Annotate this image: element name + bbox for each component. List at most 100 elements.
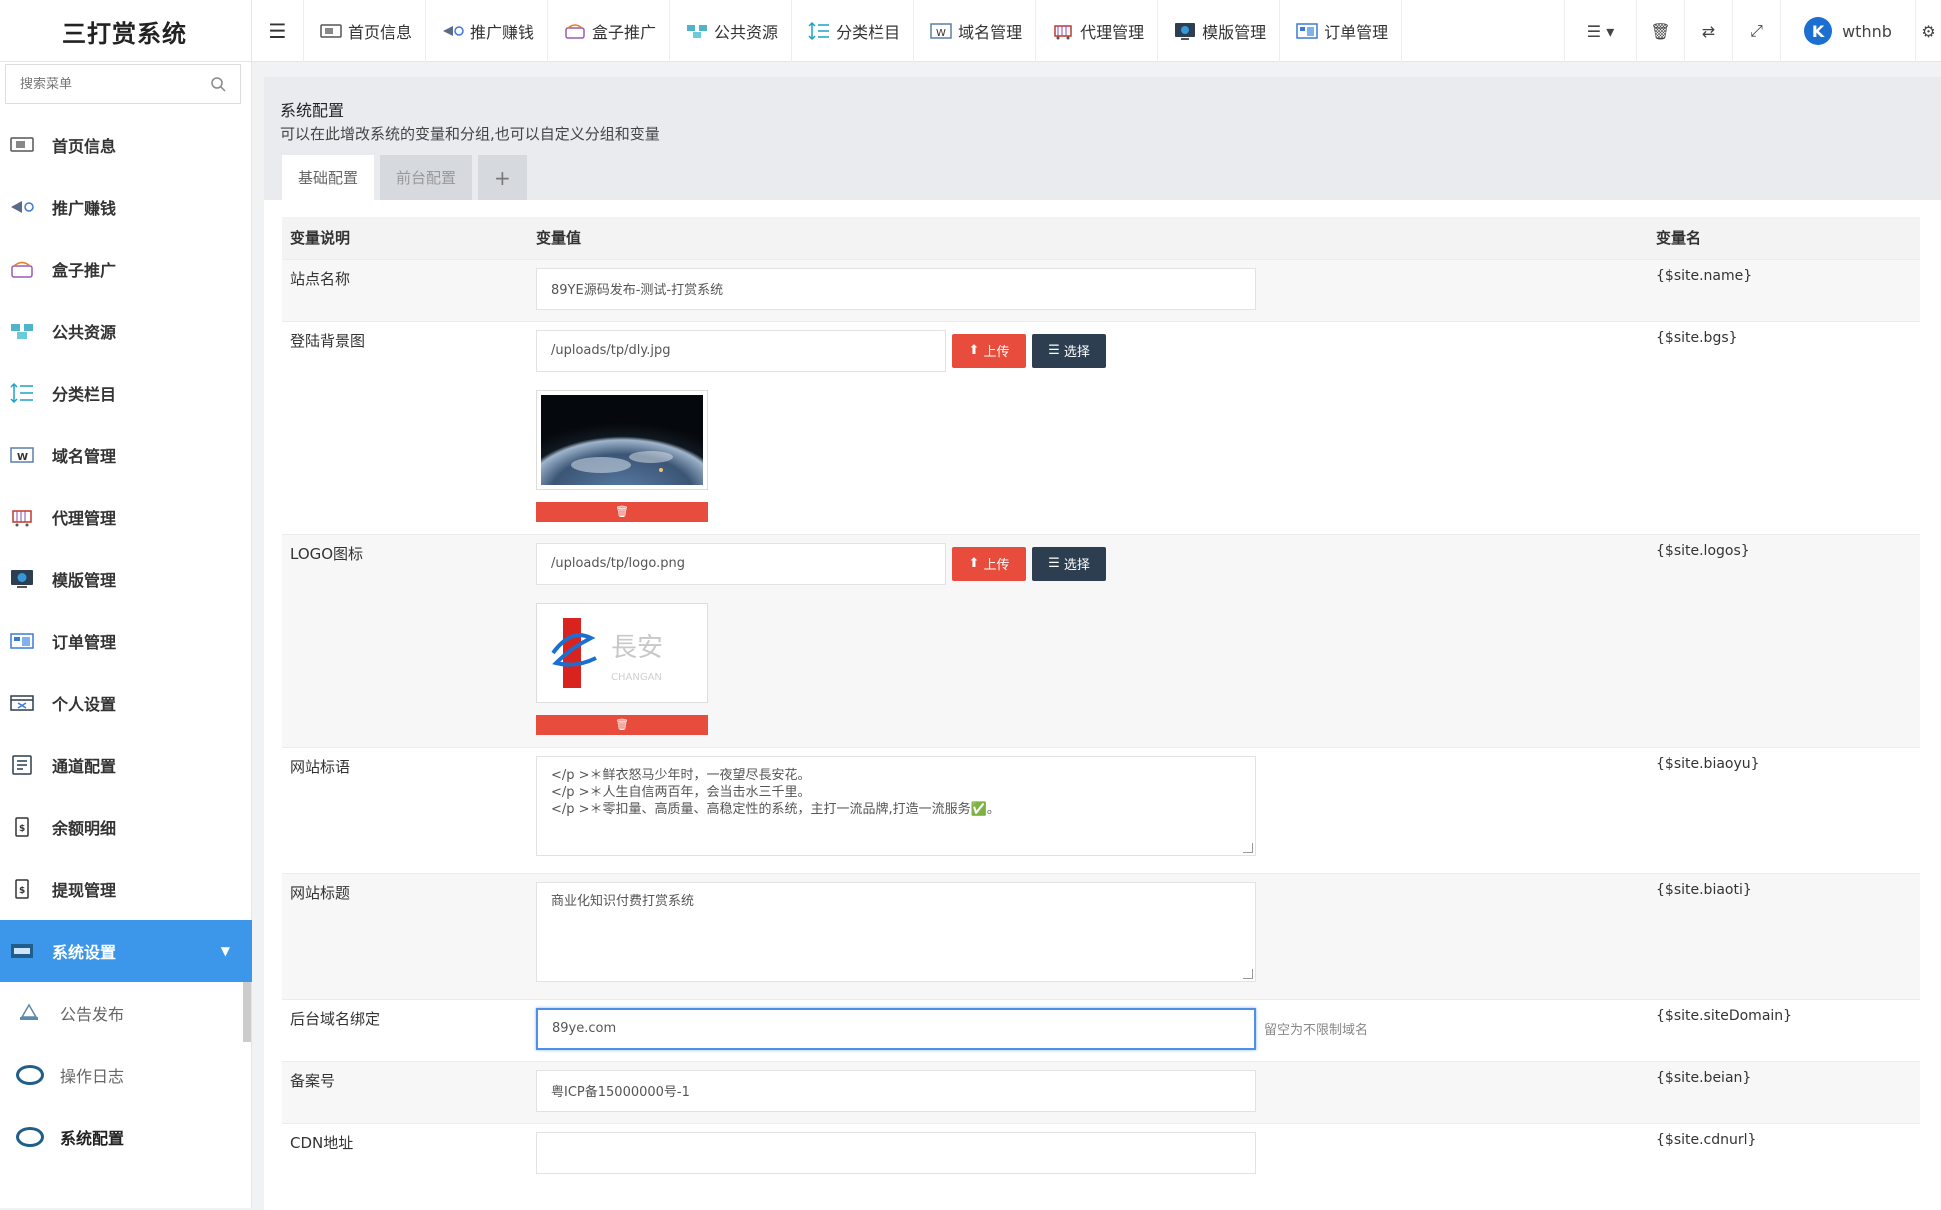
box-icon — [8, 257, 36, 281]
sidebar-item-settings[interactable]: 系统设置 ▼ — [0, 920, 252, 982]
translate-icon[interactable]: ⇄ — [1684, 0, 1732, 62]
user-menu[interactable]: K wthnb — [1780, 0, 1915, 62]
topnav-item-box[interactable]: 盒子推广 — [548, 0, 671, 62]
logo-image: 長安 CHANGAN — [541, 607, 703, 698]
slogan-line: </p >＊鲜衣怒马少年时，一夜望尽長安花。 — [551, 767, 811, 783]
row-var: {$site.siteDomain} — [1648, 998, 1920, 1061]
table-row: CDN地址 {$site.cdnurl} — [282, 1122, 1920, 1185]
table-header: 变量说明 变量值 变量名 — [282, 217, 1920, 259]
search-icon[interactable] — [210, 76, 226, 92]
sidebar-item-category[interactable]: 分类栏目 — [0, 362, 252, 424]
tab-basic[interactable]: 基础配置 — [282, 155, 375, 200]
menu-toggle-icon[interactable]: ☰ — [252, 0, 304, 62]
table-row: 网站标题 商业化知识付费打赏系统 {$site.biaoti} — [282, 872, 1920, 999]
upload-button[interactable]: ⬆ 上传 — [952, 333, 1026, 368]
delete-image-button[interactable]: 🗑 — [536, 501, 708, 522]
sidebar-subitem-label: 系统配置 — [60, 1129, 125, 1148]
more-menu-icon[interactable]: ☰ ▾ — [1564, 0, 1636, 62]
menu-search[interactable] — [5, 64, 241, 104]
resize-handle-icon[interactable] — [1243, 842, 1253, 853]
svg-text:W: W — [17, 452, 28, 463]
sidebar-subitem-log[interactable]: 操作日志 — [0, 1044, 252, 1106]
config-panel: 变量说明 变量值 变量名 站点名称 89YE源码发布-测试-打赏系统 {$sit… — [264, 200, 1941, 1210]
topnav-item-category[interactable]: 分类栏目 — [792, 0, 915, 62]
avatar: K — [1804, 17, 1833, 45]
sidebar-subitem-notice[interactable]: 公告发布 — [0, 982, 252, 1044]
sidebar-item-label: 通道配置 — [52, 757, 117, 776]
sidebar-item-personal[interactable]: 个人设置 — [0, 672, 252, 734]
sidebar-item-withdraw[interactable]: $ 提现管理 — [0, 858, 252, 920]
sidebar-item-order[interactable]: 订单管理 — [0, 610, 252, 672]
row-desc: 网站标语 — [282, 746, 528, 873]
fullscreen-icon[interactable]: ⤢ — [1732, 0, 1780, 62]
choose-button[interactable]: ☰ 选择 — [1032, 333, 1106, 368]
upload-button[interactable]: ⬆ 上传 — [952, 546, 1026, 581]
choose-button[interactable]: ☰ 选择 — [1032, 546, 1106, 581]
logo-input[interactable]: /uploads/tp/logo.png — [536, 542, 946, 585]
topnav-label: 盒子推广 — [592, 23, 657, 42]
sidebar-item-promo[interactable]: 推广赚钱 — [0, 176, 252, 238]
circle-icon — [16, 1065, 44, 1085]
row-value-cell: 89YE源码发布-测试-打赏系统 — [528, 258, 1648, 321]
topnav-item-agent[interactable]: 代理管理 — [1036, 0, 1159, 62]
topnav-item-resource[interactable]: 公共资源 — [670, 0, 793, 62]
list-icon: ☰ — [1048, 556, 1064, 571]
brand-title: 三打赏系统 — [0, 0, 252, 62]
sidebar-item-agent[interactable]: 代理管理 — [0, 486, 252, 548]
main-content: 系统配置 可以在此增改系统的变量和分组,也可以自定义分组和变量 基础配置 前台配… — [264, 77, 1941, 1210]
topnav-label: 公共资源 — [714, 23, 779, 42]
row-value-cell: </p >＊鲜衣怒马少年时，一夜望尽長安花。 </p >＊人生自信两百年，会当击… — [528, 746, 1648, 873]
tab-frontend[interactable]: 前台配置 — [380, 155, 473, 200]
topnav-item-template[interactable]: 模版管理 — [1158, 0, 1281, 62]
svg-text:$: $ — [19, 886, 25, 896]
resource-icon — [8, 319, 36, 343]
admin-domain-input[interactable]: 89ye.com — [536, 1007, 1256, 1050]
row-desc: CDN地址 — [282, 1122, 528, 1185]
row-value-cell: 89ye.com 留空为不限制域名 — [528, 998, 1648, 1061]
tab-add-button[interactable]: + — [478, 155, 527, 200]
site-name-input[interactable]: 89YE源码发布-测试-打赏系统 — [536, 267, 1256, 310]
sidebar-item-label: 提现管理 — [52, 881, 117, 900]
settings-gear-icon[interactable]: ⚙ — [1915, 0, 1941, 62]
topnav-label: 域名管理 — [958, 23, 1023, 42]
trash-icon: 🗑 — [615, 505, 629, 518]
topnav-item-order[interactable]: 订单管理 — [1280, 0, 1403, 62]
topnav-item-domain[interactable]: W 域名管理 — [914, 0, 1037, 62]
topnav-label: 代理管理 — [1080, 23, 1145, 42]
domain-hint: 留空为不限制域名 — [1264, 1023, 1369, 1038]
icp-input[interactable]: 粤ICP备15000000号-1 — [536, 1069, 1256, 1112]
row-desc: 后台域名绑定 — [282, 998, 528, 1061]
sidebar-item-balance[interactable]: $ 余额明细 — [0, 796, 252, 858]
search-input[interactable] — [20, 76, 210, 92]
site-title-textarea[interactable]: 商业化知识付费打赏系统 — [536, 881, 1256, 982]
page-title: 系统配置 — [280, 101, 345, 120]
topnav-label: 首页信息 — [348, 23, 413, 42]
table-row: 登陆背景图 /uploads/tp/dly.jpg ⬆ 上传 ☰ 选择 🗑 {$… — [282, 320, 1920, 534]
row-value-cell: /uploads/tp/dly.jpg ⬆ 上传 ☰ 选择 🗑 — [528, 320, 1648, 534]
sidebar-subitem-config[interactable]: 系统配置 — [0, 1106, 252, 1168]
slogan-textarea[interactable]: </p >＊鲜衣怒马少年时，一夜望尽長安花。 </p >＊人生自信两百年，会当击… — [536, 755, 1256, 856]
cdn-input[interactable] — [536, 1131, 1256, 1174]
slogan-line: </p >＊人生自信两百年，会当击水三千里。 — [551, 784, 811, 800]
sidebar-subitem-label: 公告发布 — [60, 1005, 125, 1024]
promo-icon — [8, 195, 36, 219]
trash-icon[interactable]: 🗑 — [1636, 0, 1684, 62]
sidebar-item-channel[interactable]: 通道配置 — [0, 734, 252, 796]
template-icon — [1172, 21, 1198, 41]
topnav-item-home[interactable]: 首页信息 — [304, 0, 427, 62]
sidebar-subitem-label: 操作日志 — [60, 1067, 125, 1086]
delete-image-button[interactable]: 🗑 — [536, 714, 708, 735]
resize-handle-icon[interactable] — [1243, 968, 1253, 979]
sidebar-item-resource[interactable]: 公共资源 — [0, 300, 252, 362]
login-bg-input[interactable]: /uploads/tp/dly.jpg — [536, 329, 946, 372]
row-var: {$site.biaoyu} — [1648, 746, 1920, 873]
sidebar-scrollbar[interactable] — [243, 982, 251, 1042]
sidebar-item-domain[interactable]: W 域名管理 — [0, 424, 252, 486]
sidebar-item-template[interactable]: 模版管理 — [0, 548, 252, 610]
topnav-item-promo[interactable]: 推广赚钱 — [426, 0, 549, 62]
table-row: LOGO图标 /uploads/tp/logo.png ⬆ 上传 ☰ 选择 長安… — [282, 533, 1920, 747]
upload-label: 上传 — [983, 558, 1010, 573]
settings-icon — [8, 939, 36, 963]
sidebar-item-home[interactable]: 首页信息 — [0, 114, 252, 176]
sidebar-item-box[interactable]: 盒子推广 — [0, 238, 252, 300]
